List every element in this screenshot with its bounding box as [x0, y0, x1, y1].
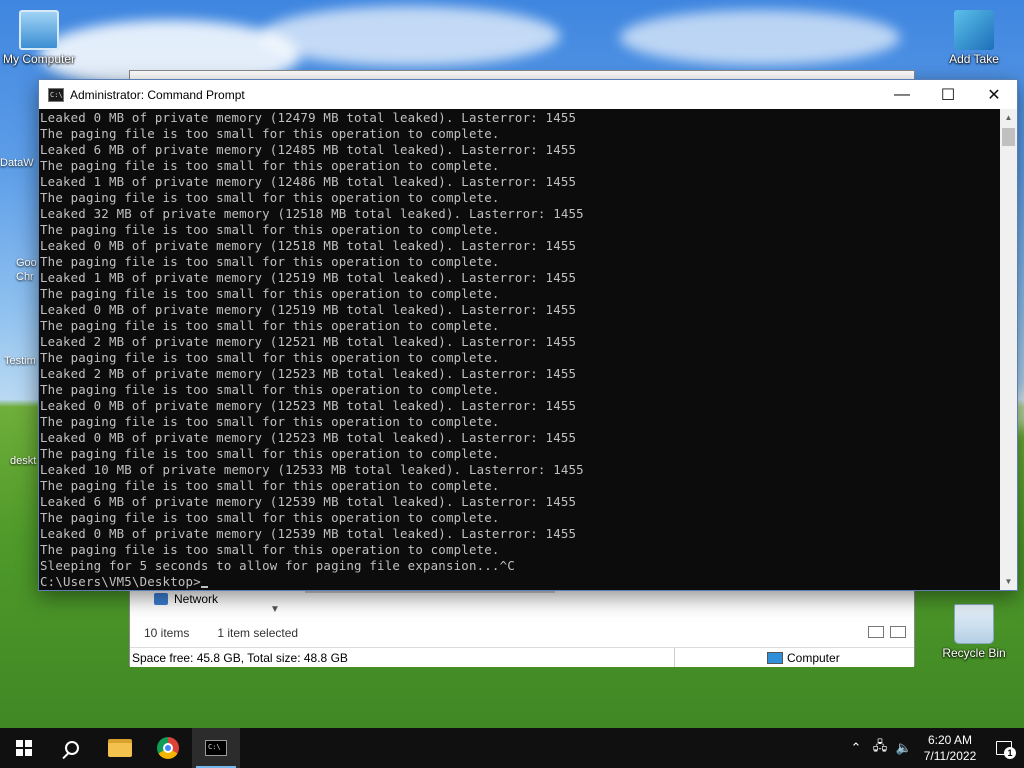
volume-icon[interactable]: 🔈 [892, 740, 916, 756]
console-line: Leaked 6 MB of private memory (12539 MB … [40, 494, 577, 509]
console-output[interactable]: Leaked 0 MB of private memory (12479 MB … [39, 109, 999, 590]
scroll-up-arrow-icon[interactable]: ▲ [1000, 109, 1017, 126]
console-line: The paging file is too small for this op… [40, 286, 500, 301]
desktop-icon-partial-label[interactable]: DataW [0, 157, 34, 169]
console-line: Sleeping for 5 seconds to allow for pagi… [40, 558, 515, 573]
console-line: The paging file is too small for this op… [40, 478, 500, 493]
console-line: The paging file is too small for this op… [40, 190, 500, 205]
desktop-icon-partial-label[interactable]: Testim [4, 355, 36, 367]
selection-count: 1 item selected [217, 626, 299, 640]
desktop-icon-recycle-bin[interactable]: Recycle Bin [936, 604, 1012, 660]
location-indicator: Computer [675, 651, 840, 665]
taskbar: C:\ ⌃ 🖧 🔈 6:20 AM 7/11/2022 1 [0, 728, 1024, 768]
location-label: Computer [787, 650, 840, 665]
console-line: The paging file is too small for this op… [40, 446, 500, 461]
chevron-down-icon[interactable]: ▼ [270, 604, 280, 615]
folder-icon [108, 739, 132, 757]
scrollbar-thumb[interactable] [1002, 128, 1015, 146]
taskbar-command-prompt[interactable]: C:\ [192, 728, 240, 768]
console-line: The paging file is too small for this op… [40, 318, 500, 333]
wallpaper-cloud [620, 10, 900, 65]
scroll-down-arrow-icon[interactable]: ▼ [1000, 573, 1017, 590]
close-button[interactable]: ✕ [971, 80, 1017, 109]
console-line: Leaked 2 MB of private memory (12523 MB … [40, 366, 577, 381]
clock[interactable]: 6:20 AM 7/11/2022 [916, 732, 984, 764]
system-tray: ⌃ 🖧 🔈 6:20 AM 7/11/2022 1 [844, 728, 1024, 768]
desktop-icon-label: Recycle Bin [942, 646, 1006, 660]
details-bar: Space free: 45.8 GB, Total size: 48.8 GB… [130, 647, 914, 667]
console-line: Leaked 6 MB of private memory (12485 MB … [40, 142, 577, 157]
clock-time: 6:20 AM [927, 733, 973, 747]
text-cursor [200, 586, 208, 588]
console-line: Leaked 32 MB of private memory (12518 MB… [40, 206, 584, 221]
taskbar-file-explorer[interactable] [96, 728, 144, 768]
console-line: Leaked 0 MB of private memory (12523 MB … [40, 430, 577, 445]
chevron-up-icon[interactable]: ⌃ [844, 740, 868, 756]
console-line: The paging file is too small for this op… [40, 382, 500, 397]
console-line: Leaked 0 MB of private memory (12479 MB … [40, 110, 577, 125]
desktop-icon-my-computer[interactable]: My Computer [1, 10, 77, 66]
nav-item-label: Network [174, 592, 219, 606]
clock-date: 7/11/2022 [923, 749, 977, 763]
computer-icon [767, 651, 783, 664]
search-icon [65, 741, 79, 755]
large-icons-view-icon[interactable] [890, 626, 906, 638]
vertical-scrollbar[interactable]: ▲ ▼ [1000, 109, 1017, 590]
console-line: The paging file is too small for this op… [40, 414, 500, 429]
window-titlebar[interactable]: C:\ Administrator: Command Prompt — ☐ ✕ [39, 80, 1017, 109]
desktop-icon-partial-label[interactable]: Goo [16, 257, 37, 269]
search-button[interactable] [48, 728, 96, 768]
computer-icon [19, 10, 59, 50]
action-center-button[interactable]: 1 [984, 728, 1024, 768]
disk-space-text: Space free: 45.8 GB, Total size: 48.8 GB [130, 648, 675, 667]
desktop-icon-add-take[interactable]: Add Take [936, 10, 1012, 66]
recycle-bin-icon [954, 604, 994, 644]
console-line: Leaked 1 MB of private memory (12486 MB … [40, 174, 577, 189]
command-prompt-icon: C:\ [48, 87, 64, 102]
console-line: The paging file is too small for this op… [40, 254, 500, 269]
console-prompt-line[interactable]: C:\Users\VM5\Desktop> [40, 574, 999, 590]
chrome-icon [157, 737, 179, 759]
console-line: Leaked 0 MB of private memory (12518 MB … [40, 238, 577, 253]
status-bar: 10 items 1 item selected [130, 623, 914, 643]
console-line: Leaked 10 MB of private memory (12533 MB… [40, 462, 584, 477]
console-line: Leaked 0 MB of private memory (12539 MB … [40, 526, 577, 541]
details-view-icon[interactable] [868, 626, 884, 638]
nav-item-network[interactable]: Network [130, 589, 290, 609]
network-icon[interactable]: 🖧 [868, 737, 892, 759]
taskbar-chrome[interactable] [144, 728, 192, 768]
network-icon [154, 593, 168, 605]
start-button[interactable] [0, 728, 48, 768]
wallpaper-cloud [260, 6, 560, 66]
desktop-icon-label: Add Take [949, 52, 999, 66]
console-line: Leaked 0 MB of private memory (12519 MB … [40, 302, 577, 317]
command-prompt-window[interactable]: C:\ Administrator: Command Prompt — ☐ ✕ … [38, 79, 1018, 591]
command-prompt-icon: C:\ [205, 740, 227, 756]
console-line: The paging file is too small for this op… [40, 222, 500, 237]
console-line: Leaked 0 MB of private memory (12523 MB … [40, 398, 577, 413]
console-line: Leaked 1 MB of private memory (12519 MB … [40, 270, 577, 285]
registry-cube-icon [954, 10, 994, 50]
desktop-icon-partial-label[interactable]: deskt [10, 455, 36, 467]
windows-logo-icon [16, 740, 32, 756]
console-line: The paging file is too small for this op… [40, 350, 500, 365]
desktop-icon-label: My Computer [2, 52, 76, 66]
window-title: Administrator: Command Prompt [70, 87, 245, 102]
desktop-icon-partial-label[interactable]: Chr [16, 271, 34, 283]
minimize-button[interactable]: — [879, 80, 925, 109]
console-prompt: C:\Users\VM5\Desktop> [40, 574, 201, 589]
view-toggle [868, 626, 906, 638]
console-line: The paging file is too small for this op… [40, 542, 500, 557]
maximize-button[interactable]: ☐ [925, 80, 971, 109]
console-line: The paging file is too small for this op… [40, 126, 500, 141]
items-count: 10 items [144, 626, 190, 640]
console-line: Leaked 2 MB of private memory (12521 MB … [40, 334, 577, 349]
notification-badge: 1 [1004, 747, 1016, 759]
console-line: The paging file is too small for this op… [40, 158, 500, 173]
console-line: The paging file is too small for this op… [40, 510, 500, 525]
